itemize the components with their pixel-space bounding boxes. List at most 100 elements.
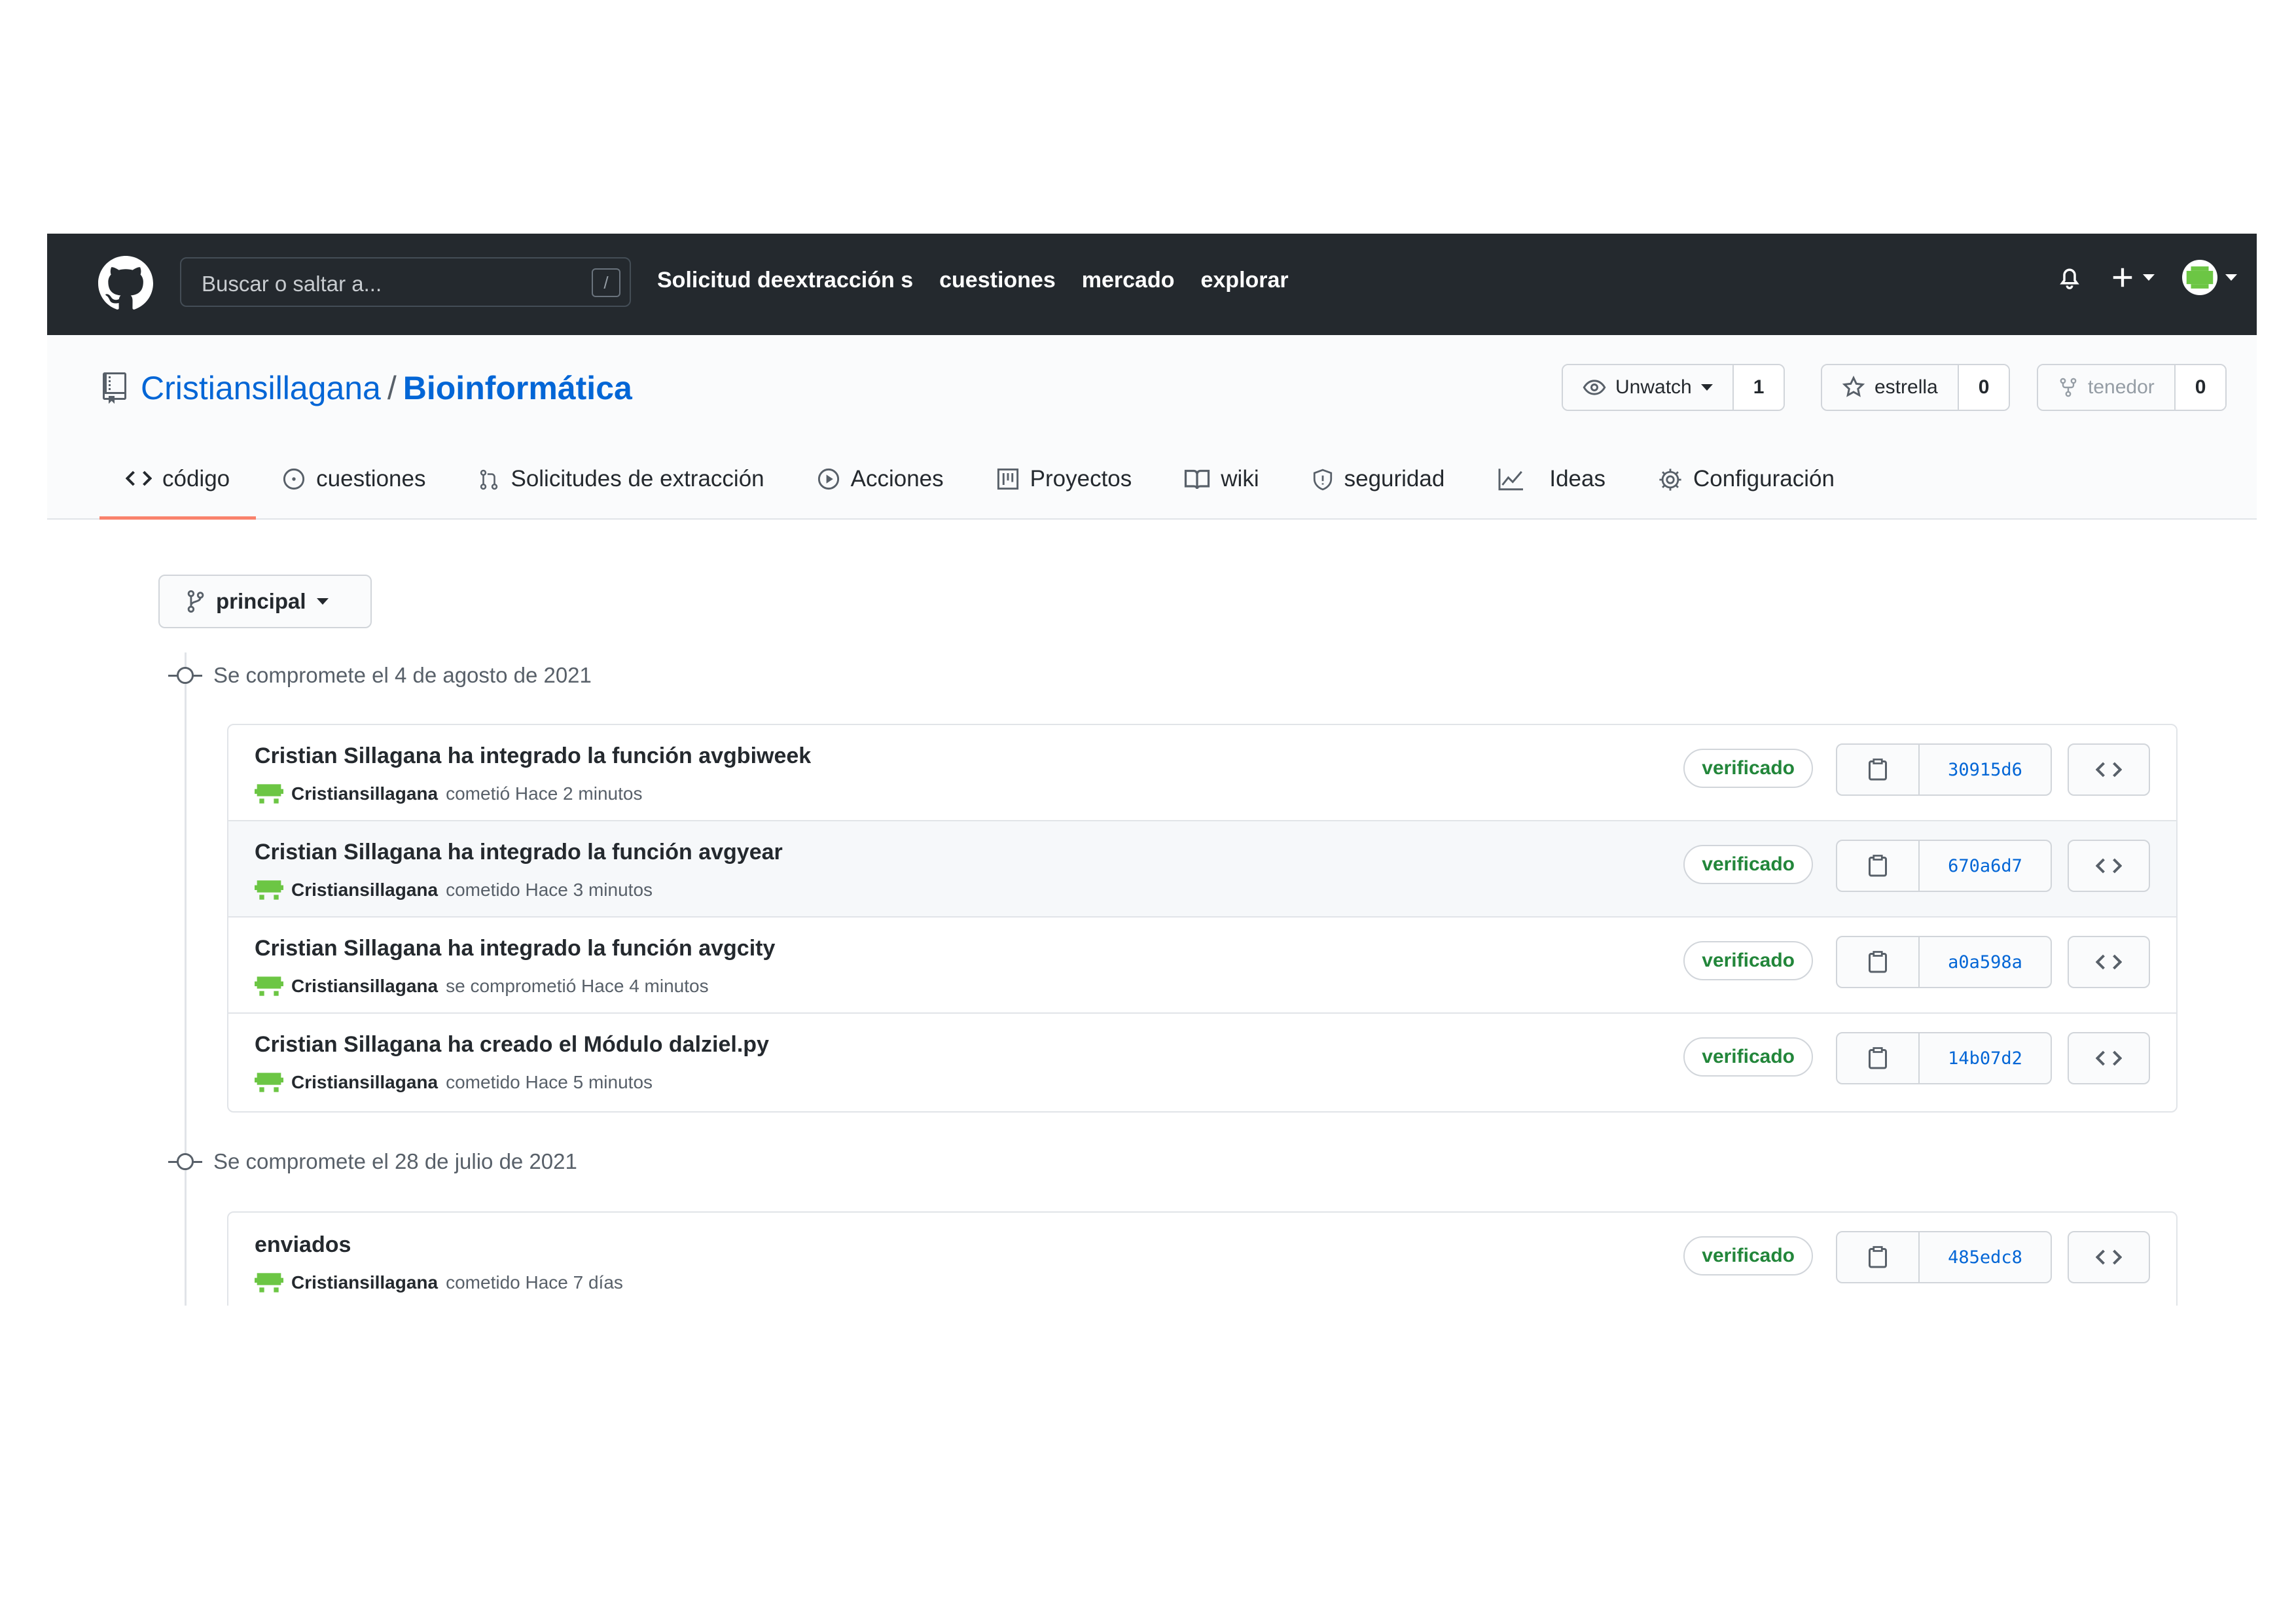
commit-group: Cristian Sillagana ha integrado la funci… [227, 724, 2178, 1113]
chevron-down-icon [2225, 274, 2237, 281]
verified-badge[interactable]: verificado [1683, 1236, 1813, 1275]
copy-sha-button[interactable] [1837, 745, 1920, 794]
book-icon [1185, 469, 1210, 490]
tab-label: Configuración [1693, 466, 1835, 491]
github-logo-icon[interactable] [98, 256, 153, 311]
tab-actions[interactable]: Acciones [791, 445, 970, 520]
commit-meta: Cristiansillagana se comprometió Hace 4 … [255, 974, 709, 999]
verified-badge[interactable]: verificado [1683, 941, 1813, 980]
nav-explore[interactable]: explorar [1200, 268, 1288, 293]
commit-sha-link[interactable]: 14b07d2 [1920, 1033, 2051, 1083]
star-button[interactable]: estrella [1822, 365, 1959, 410]
commit-row: Cristian Sillagana ha integrado la funci… [228, 725, 2176, 821]
copy-sha-button[interactable] [1837, 1232, 1920, 1282]
nav-marketplace[interactable]: mercado [1082, 268, 1175, 293]
commit-title[interactable]: enviados [255, 1232, 351, 1258]
commit-author[interactable]: Cristiansillagana [291, 1072, 438, 1093]
clipboard-icon [1869, 855, 1887, 877]
commit-sha-link[interactable]: 30915d6 [1920, 745, 2051, 794]
tab-pull-requests[interactable]: Solicitudes de extracción [452, 445, 790, 520]
tab-label: Ideas [1549, 466, 1605, 491]
fork-button[interactable]: tenedor [2038, 365, 2176, 410]
nav-pull-requests[interactable]: Solicitud deextracción s [657, 268, 913, 293]
commit-author[interactable]: Cristiansillagana [291, 1272, 438, 1293]
branch-selector[interactable]: principal [158, 575, 372, 628]
code-icon [2096, 1249, 2122, 1265]
plus-icon [2113, 268, 2132, 287]
commit-title[interactable]: Cristian Sillagana ha integrado la funci… [255, 743, 811, 769]
top-navbar: Buscar o saltar a... / Solicitud deextra… [47, 234, 2257, 335]
sha-button-group: 30915d6 [1836, 743, 2052, 796]
repo-separator: / [387, 370, 397, 406]
repo-header: Cristiansillagana / Bioinformática Unwat… [47, 335, 2257, 520]
commit-row: Cristian Sillagana ha integrado la funci… [228, 821, 2176, 918]
github-page: Buscar o saltar a... / Solicitud deextra… [47, 234, 2257, 1306]
avatar [2182, 260, 2217, 295]
tab-security[interactable]: seguridad [1285, 445, 1471, 520]
commit-meta: Cristiansillagana cometió Hace 2 minutos [255, 781, 642, 806]
nav-issues[interactable]: cuestiones [939, 268, 1056, 293]
tab-projects[interactable]: Proyectos [970, 445, 1158, 520]
bell-icon[interactable] [2056, 263, 2083, 292]
copy-sha-button[interactable] [1837, 1033, 1920, 1083]
top-nav-links: Solicitud deextracción s cuestiones merc… [657, 268, 1289, 293]
commit-author[interactable]: Cristiansillagana [291, 783, 438, 804]
tab-label: seguridad [1344, 466, 1445, 491]
day-header: Se compromete el 4 de agosto de 2021 [168, 663, 592, 688]
star-count[interactable]: 0 [1958, 365, 2009, 410]
tab-insights[interactable]: Ideas [1471, 445, 1632, 520]
tab-wiki[interactable]: wiki [1158, 445, 1285, 520]
commit-author[interactable]: Cristiansillagana [291, 880, 438, 901]
watch-count[interactable]: 1 [1733, 365, 1784, 410]
verified-badge[interactable]: verificado [1683, 1037, 1813, 1077]
commit-group: enviados Cristiansillagana cometido Hace… [227, 1211, 2178, 1306]
browse-repo-button[interactable] [2068, 1032, 2150, 1084]
tab-label: código [162, 466, 230, 491]
star-label: estrella [1874, 376, 1938, 398]
create-new-menu[interactable] [2110, 265, 2155, 290]
commit-meta: Cristiansillagana cometido Hace 7 días [255, 1270, 623, 1295]
commit-row: Cristian Sillagana ha creado el Módulo d… [228, 1014, 2176, 1110]
gear-icon [1659, 469, 1681, 491]
commit-title[interactable]: Cristian Sillagana ha integrado la funci… [255, 936, 775, 961]
avatar [255, 784, 283, 804]
repo-name-link[interactable]: Bioinformática [403, 369, 632, 407]
verified-badge[interactable]: verificado [1683, 749, 1813, 788]
browse-repo-button[interactable] [2068, 743, 2150, 796]
sha-button-group: 670a6d7 [1836, 840, 2052, 892]
tab-settings[interactable]: Configuración [1632, 445, 1861, 520]
copy-sha-button[interactable] [1837, 841, 1920, 891]
timeline-line [185, 652, 187, 1306]
watch-button[interactable]: Unwatch [1563, 365, 1734, 410]
browse-repo-button[interactable] [2068, 840, 2150, 892]
commit-sha-link[interactable]: 670a6d7 [1920, 841, 2051, 891]
browse-repo-button[interactable] [2068, 1231, 2150, 1283]
watch-button-group: Unwatch 1 [1562, 364, 1785, 411]
browse-repo-button[interactable] [2068, 936, 2150, 988]
tab-issues[interactable]: cuestiones [256, 445, 452, 520]
commit-sha-link[interactable]: 485edc8 [1920, 1232, 2051, 1282]
shield-icon [1313, 469, 1332, 491]
commit-title[interactable]: Cristian Sillagana ha integrado la funci… [255, 840, 783, 865]
tab-label: wiki [1221, 466, 1259, 491]
verified-badge[interactable]: verificado [1683, 845, 1813, 884]
search-placeholder: Buscar o saltar a... [202, 272, 382, 296]
repo-icon [103, 372, 126, 404]
commit-sha-link[interactable]: a0a598a [1920, 937, 2051, 987]
fork-label: tenedor [2088, 376, 2155, 398]
user-menu[interactable] [2182, 260, 2237, 295]
copy-sha-button[interactable] [1837, 937, 1920, 987]
code-icon [2096, 762, 2122, 777]
commit-author[interactable]: Cristiansillagana [291, 976, 438, 997]
search-input[interactable]: Buscar o saltar a... / [180, 257, 631, 307]
commit-title[interactable]: Cristian Sillagana ha creado el Módulo d… [255, 1032, 769, 1058]
fork-count[interactable]: 0 [2175, 365, 2226, 410]
tab-code[interactable]: código [99, 445, 257, 520]
repo-owner-link[interactable]: Cristiansillagana [141, 369, 381, 407]
clipboard-icon [1869, 1047, 1887, 1069]
commit-row: enviados Cristiansillagana cometido Hace… [228, 1213, 2176, 1306]
commit-time: cometido Hace 7 días [446, 1272, 623, 1293]
issue-icon [283, 468, 305, 490]
eye-icon [1583, 380, 1606, 395]
watch-label: Unwatch [1615, 376, 1692, 398]
